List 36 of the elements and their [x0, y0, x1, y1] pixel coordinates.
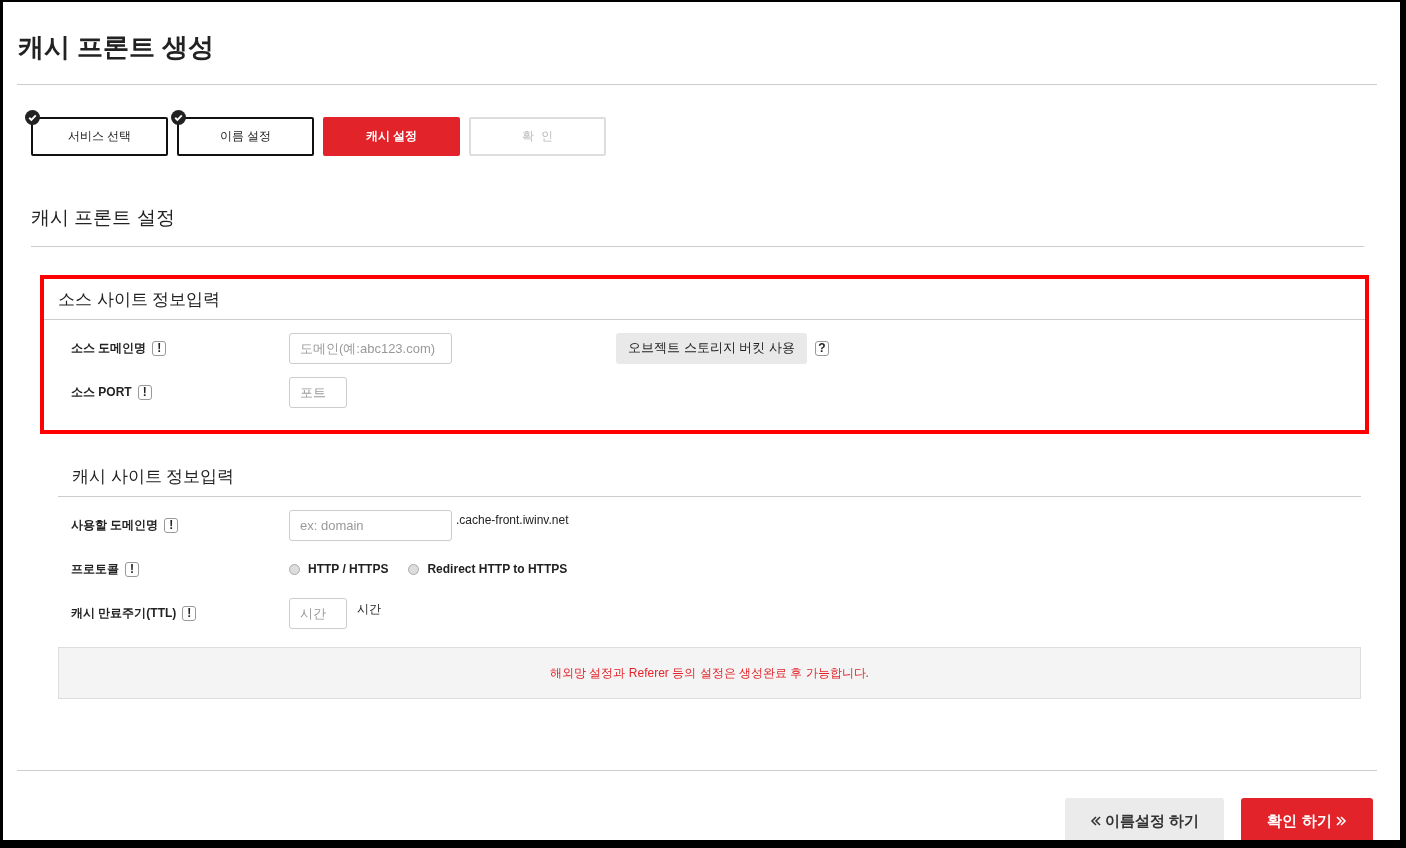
field-label: 캐시 만료주기(TTL): [71, 604, 177, 622]
check-icon: [171, 110, 186, 125]
hint-badge[interactable]: !: [125, 561, 139, 577]
field-label: 소스 PORT: [71, 383, 132, 401]
unit-label: 시간: [357, 600, 381, 618]
back-button[interactable]: 이름설정 하기: [1065, 798, 1224, 840]
subsection-title: 캐시 사이트 정보입력: [72, 466, 236, 488]
notice-text: 해외망 설정과 Referer 등의 설정은 생성완료 후 가능합니다.: [550, 664, 869, 682]
radio-button[interactable]: [408, 563, 420, 575]
ttl-field[interactable]: 시간: [289, 597, 347, 629]
radio-label[interactable]: HTTP / HTTPS: [308, 562, 389, 576]
radio-button[interactable]: [289, 563, 300, 575]
page-title: 캐시 프론트 생성: [18, 31, 215, 64]
hint-badge[interactable]: !: [152, 340, 167, 356]
step-tab[interactable]: 캐시 설정: [323, 117, 460, 156]
port-field[interactable]: 포트: [289, 376, 347, 408]
step-tab[interactable]: 이름 설정: [177, 117, 314, 156]
field-label: 프로토콜: [71, 560, 119, 578]
help-badge[interactable]: ?: [814, 340, 829, 356]
domain-suffix: .cache-front.iwinv.net: [456, 513, 569, 527]
field-label: 소스 도메인명: [71, 339, 147, 357]
hint-badge[interactable]: !: [182, 605, 197, 621]
domain-field[interactable]: 도메인(예:abc123.com): [289, 332, 452, 364]
double-chevron-right-icon: [1334, 815, 1347, 827]
hint-badge[interactable]: !: [137, 384, 152, 400]
bucket-button[interactable]: 오브젝트 스토리지 버킷 사용: [616, 332, 807, 364]
hint-badge[interactable]: !: [164, 517, 179, 533]
radio-label[interactable]: Redirect HTTP to HTTPS: [427, 562, 568, 576]
check-icon: [25, 110, 40, 125]
field-label: 사용할 도메인명: [71, 516, 159, 534]
confirm-button[interactable]: 확인 하기: [1241, 798, 1373, 840]
section-title: 캐시 프론트 설정: [31, 206, 176, 230]
subsection-title: 소스 사이트 정보입력: [58, 289, 222, 311]
step-tab[interactable]: 서비스 선택: [31, 117, 168, 156]
double-chevron-left-icon: [1089, 815, 1102, 827]
domain-field[interactable]: ex: domain: [289, 509, 452, 541]
